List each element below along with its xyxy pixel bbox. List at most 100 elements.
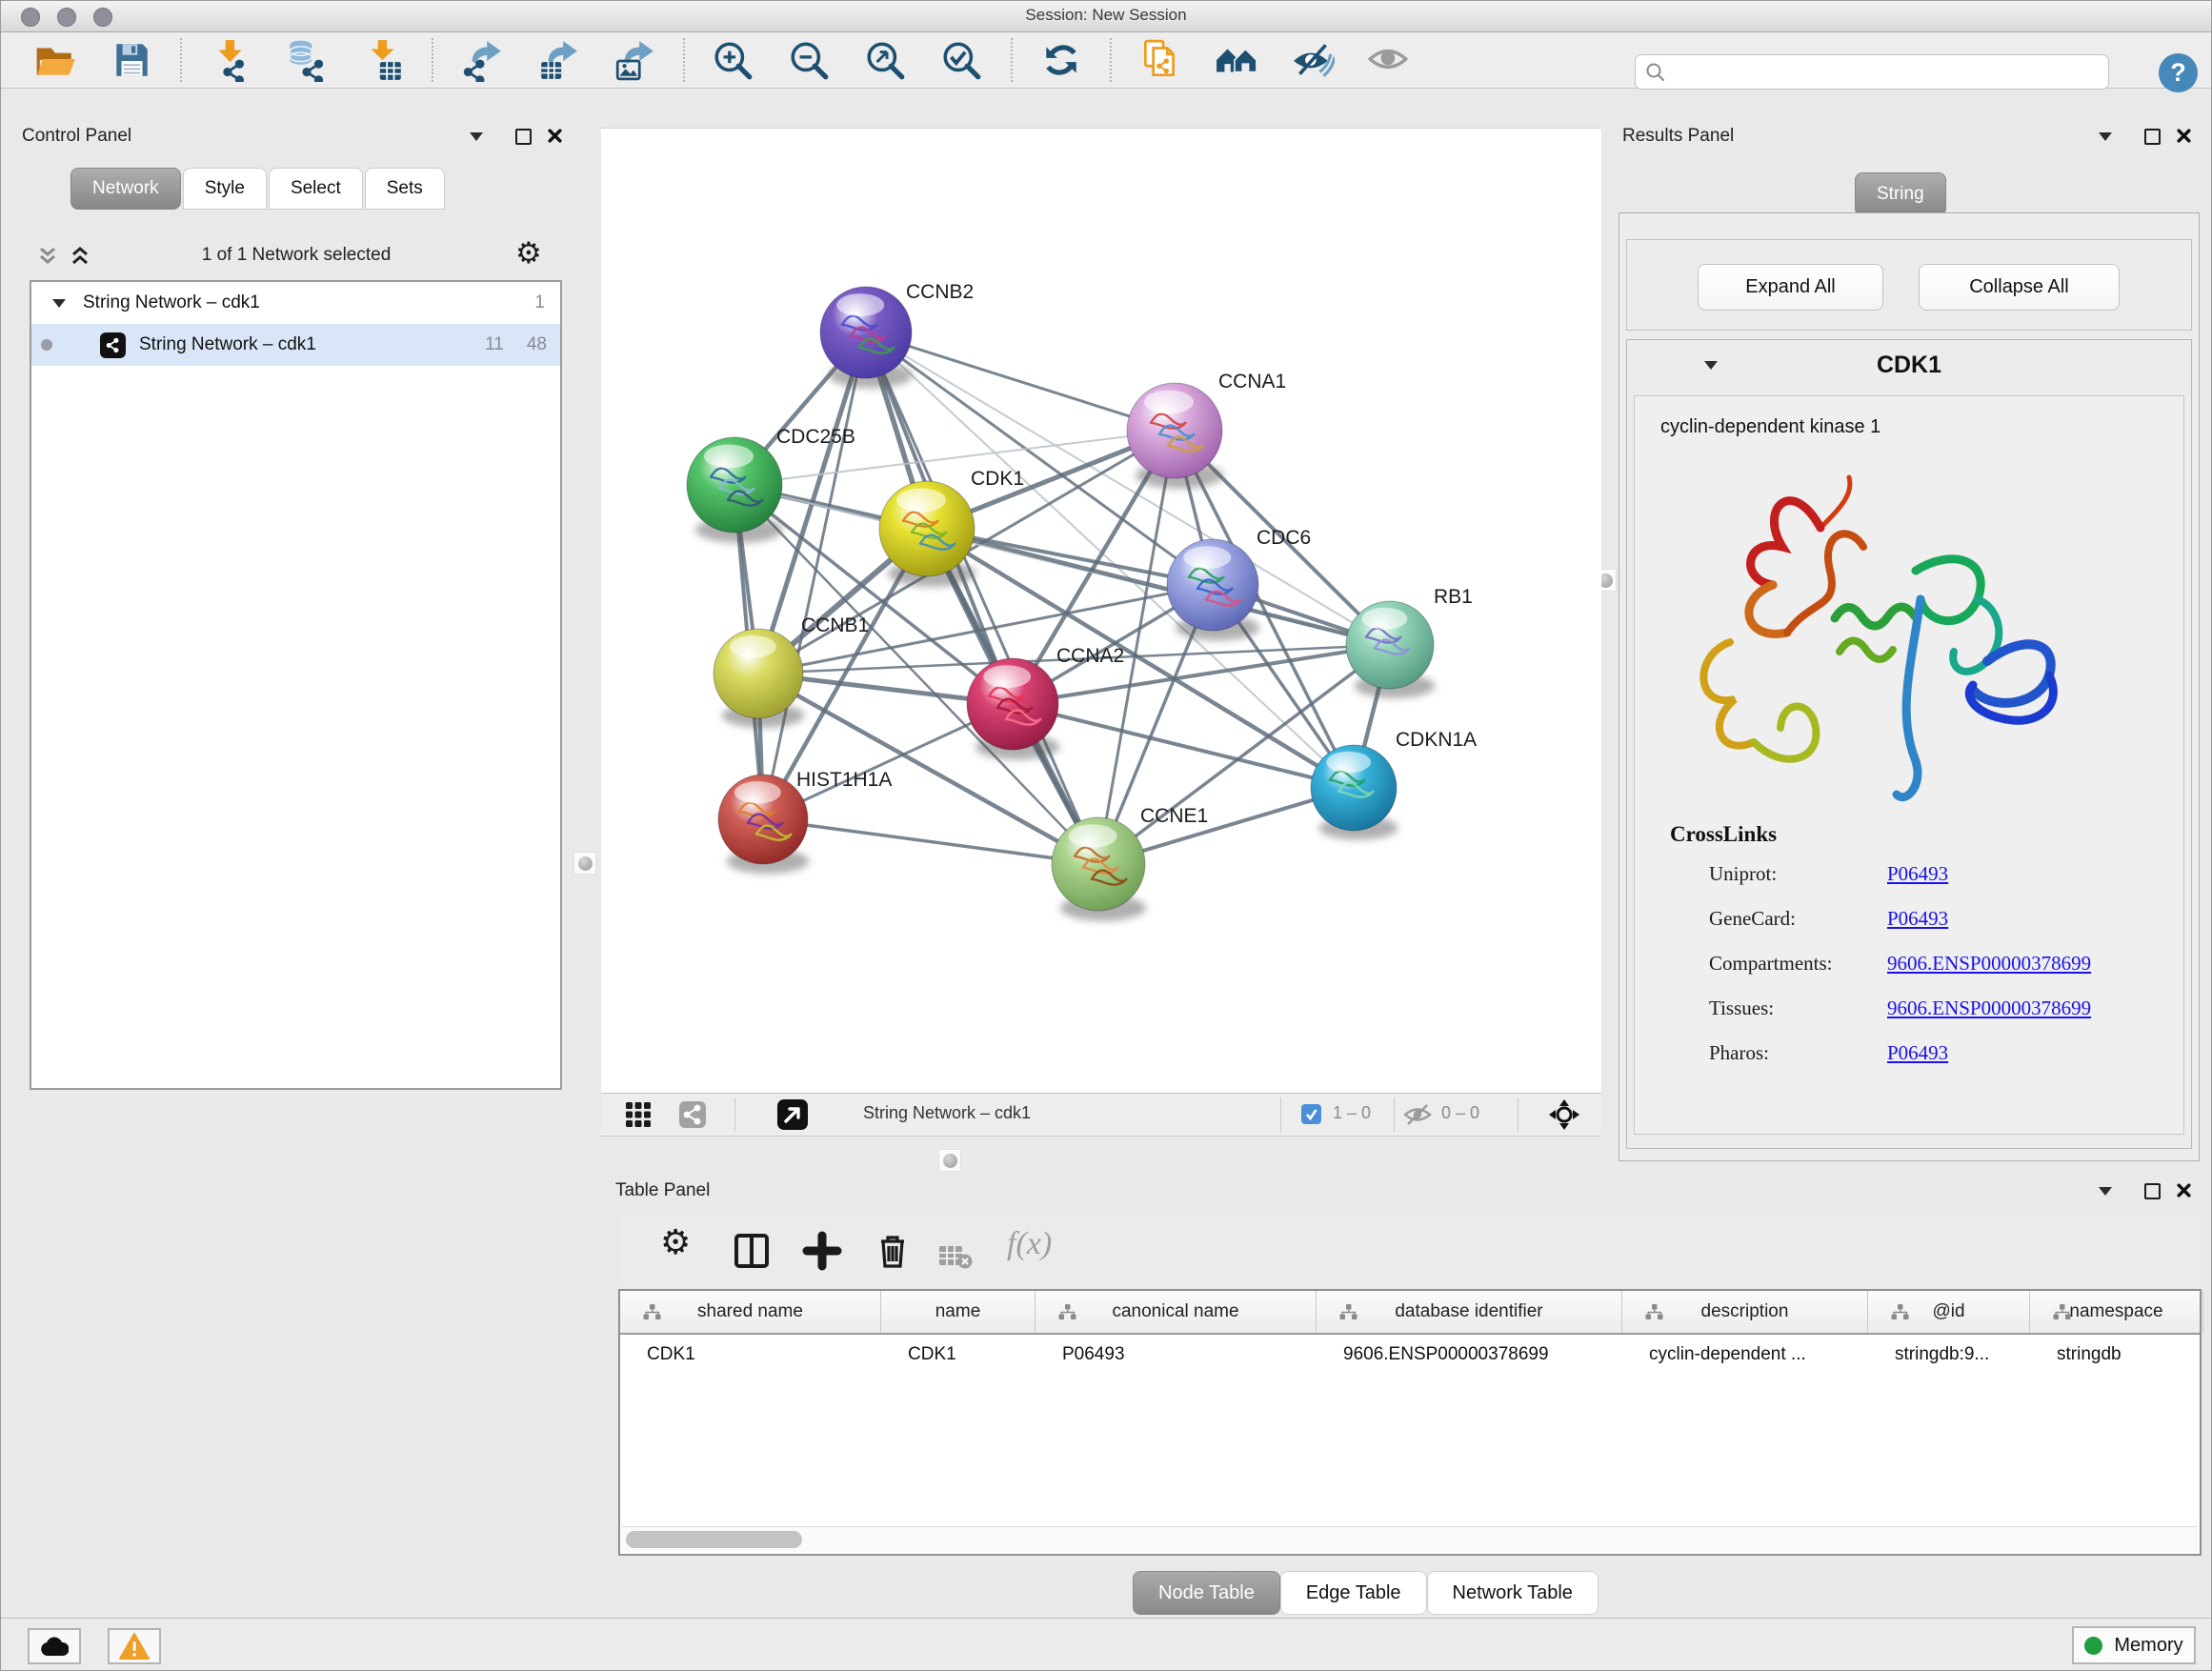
table-add-icon[interactable]	[801, 1230, 843, 1272]
tab-style[interactable]: Style	[183, 168, 267, 210]
zoom-out-icon[interactable]	[788, 38, 832, 82]
help-button[interactable]: ?	[2159, 53, 2198, 92]
hidden-items-icon[interactable]	[1403, 1102, 1432, 1132]
table-panel-float-icon[interactable]	[2144, 1183, 2161, 1199]
window-title: Session: New Session	[1, 6, 2211, 25]
table-cell[interactable]: P06493	[1036, 1335, 1317, 1375]
tab-edge-table[interactable]: Edge Table	[1280, 1571, 1427, 1615]
memory-button[interactable]: Memory	[2072, 1626, 2196, 1664]
results-tab-string[interactable]: String	[1855, 172, 1946, 216]
column-header--id[interactable]: @id	[1868, 1291, 2030, 1333]
column-header-name[interactable]: name	[881, 1291, 1036, 1333]
open-session-icon[interactable]	[33, 38, 77, 82]
refresh-view-icon[interactable]	[1039, 38, 1083, 82]
table-cell[interactable]: 9606.ENSP00000378699	[1317, 1335, 1622, 1375]
network-node-CCNB2[interactable]: CCNB2	[820, 281, 974, 388]
toggle-graphics-details-icon[interactable]	[1367, 38, 1411, 82]
table-hscrollbar-thumb[interactable]	[626, 1531, 802, 1548]
table-gear-icon[interactable]: ⚙	[660, 1222, 702, 1264]
import-table-from-file-icon[interactable]	[361, 38, 405, 82]
crosslink-label: Uniprot:	[1709, 862, 1777, 886]
warnings-button[interactable]	[108, 1628, 161, 1664]
first-neighbors-icon[interactable]	[1215, 38, 1258, 82]
table-row[interactable]: CDK1CDK1P064939606.ENSP00000378699cyclin…	[620, 1335, 2200, 1375]
column-header-canonical-name[interactable]: canonical name	[1036, 1291, 1317, 1333]
tab-sets[interactable]: Sets	[365, 168, 445, 210]
network-node-RB1[interactable]: RB1	[1346, 586, 1473, 698]
network-canvas[interactable]: CCNB2 CCNA1 CDC25B CDK1 CDC6 RB1 CCNB1 C…	[601, 128, 1601, 1094]
network-node-CCNA1[interactable]: CCNA1	[1127, 371, 1286, 489]
network-edge[interactable]	[763, 819, 1098, 864]
collapse-all-networks-icon[interactable]	[35, 244, 60, 273]
column-header-description[interactable]: description	[1622, 1291, 1868, 1333]
network-node-CDK1[interactable]: CDK1	[879, 468, 1024, 587]
network-edge[interactable]	[866, 332, 1175, 431]
tab-network[interactable]: Network	[70, 168, 181, 210]
cloud-status-button[interactable]	[28, 1628, 81, 1664]
tab-network-table[interactable]: Network Table	[1427, 1571, 1599, 1615]
table-cell[interactable]: stringdb	[2030, 1335, 2203, 1375]
import-network-from-file-icon[interactable]	[209, 38, 252, 82]
crosslink-link[interactable]: P06493	[1887, 1041, 1948, 1065]
left-splitter-handle[interactable]	[573, 852, 596, 875]
table-panel-collapse-icon[interactable]	[2099, 1187, 2112, 1196]
selected-nodes-checkbox[interactable]	[1301, 1104, 1321, 1124]
collapse-all-button[interactable]: Collapse All	[1919, 264, 2120, 311]
crosslink-link[interactable]: 9606.ENSP00000378699	[1887, 997, 2091, 1020]
delete-column-icon[interactable]	[938, 1236, 973, 1278]
export-network-icon[interactable]	[460, 38, 504, 82]
results-panel-float-icon[interactable]	[2144, 129, 2161, 145]
results-panel-close-icon[interactable]	[2177, 129, 2191, 148]
network-panel-gear-icon[interactable]: ⚙	[515, 236, 542, 271]
export-table-icon[interactable]	[536, 38, 580, 82]
crosslink-link[interactable]: 9606.ENSP00000378699	[1887, 952, 2091, 976]
table-columns-icon[interactable]	[731, 1230, 773, 1272]
clone-network-icon[interactable]	[1138, 38, 1182, 82]
bottom-splitter-handle[interactable]	[938, 1149, 961, 1172]
network-node-CDC6[interactable]: CDC6	[1167, 527, 1311, 640]
expand-all-networks-icon[interactable]	[68, 244, 92, 273]
table-cell[interactable]: stringdb:9...	[1868, 1335, 2030, 1375]
crosslink-link[interactable]: P06493	[1887, 862, 1948, 886]
crosshair-icon[interactable]	[1548, 1098, 1580, 1136]
table-cell[interactable]: CDK1	[620, 1335, 881, 1375]
network-node-label: CCNA2	[1056, 645, 1124, 667]
network-node-HIST1H1A[interactable]: HIST1H1A	[718, 769, 892, 874]
tab-select[interactable]: Select	[269, 168, 363, 210]
control-panel-title: Control Panel	[22, 126, 131, 147]
function-builder-icon[interactable]: f(x)	[1007, 1226, 1074, 1268]
table-delete-icon[interactable]	[872, 1230, 914, 1272]
network-collection-row[interactable]: String Network – cdk1 1	[31, 282, 560, 324]
control-panel-float-icon[interactable]	[515, 129, 532, 145]
hide-selected-icon[interactable]	[1291, 38, 1335, 82]
table-cell[interactable]: cyclin-dependent ...	[1622, 1335, 1868, 1375]
network-node-CDKN1A[interactable]: CDKN1A	[1311, 729, 1477, 840]
search-input[interactable]	[1674, 62, 2108, 83]
control-panel-collapse-icon[interactable]	[470, 132, 483, 141]
crosslink-label: GeneCard:	[1709, 907, 1796, 931]
crosslink-link[interactable]: P06493	[1887, 907, 1948, 931]
tab-node-table[interactable]: Node Table	[1133, 1571, 1280, 1615]
zoom-selected-icon[interactable]	[940, 38, 984, 82]
control-panel-close-icon[interactable]	[548, 129, 562, 148]
table-panel-close-icon[interactable]	[2177, 1183, 2191, 1202]
search-box[interactable]	[1635, 54, 2109, 90]
import-network-from-database-icon[interactable]	[285, 38, 329, 82]
column-header-namespace[interactable]: namespace	[2030, 1291, 2203, 1333]
expand-all-button[interactable]: Expand All	[1698, 264, 1883, 311]
export-image-icon[interactable]	[613, 38, 656, 82]
zoom-in-icon[interactable]	[712, 38, 755, 82]
results-panel-collapse-icon[interactable]	[2099, 132, 2112, 141]
grid-view-icon[interactable]	[625, 1101, 652, 1133]
zoom-fit-content-icon[interactable]	[864, 38, 908, 82]
column-header-shared-name[interactable]: shared name	[620, 1291, 881, 1333]
table-cell[interactable]: CDK1	[881, 1335, 1036, 1375]
network-edge[interactable]	[866, 332, 1098, 864]
toolbar-separator	[683, 38, 685, 82]
memory-status-dot	[2084, 1637, 2102, 1655]
save-session-icon[interactable]	[110, 38, 153, 82]
column-header-database-identifier[interactable]: database identifier	[1317, 1291, 1622, 1333]
share-view-icon[interactable]	[679, 1101, 706, 1133]
birdseye-view-icon[interactable]	[777, 1099, 808, 1135]
network-row[interactable]: String Network – cdk1 11 48	[31, 324, 560, 366]
